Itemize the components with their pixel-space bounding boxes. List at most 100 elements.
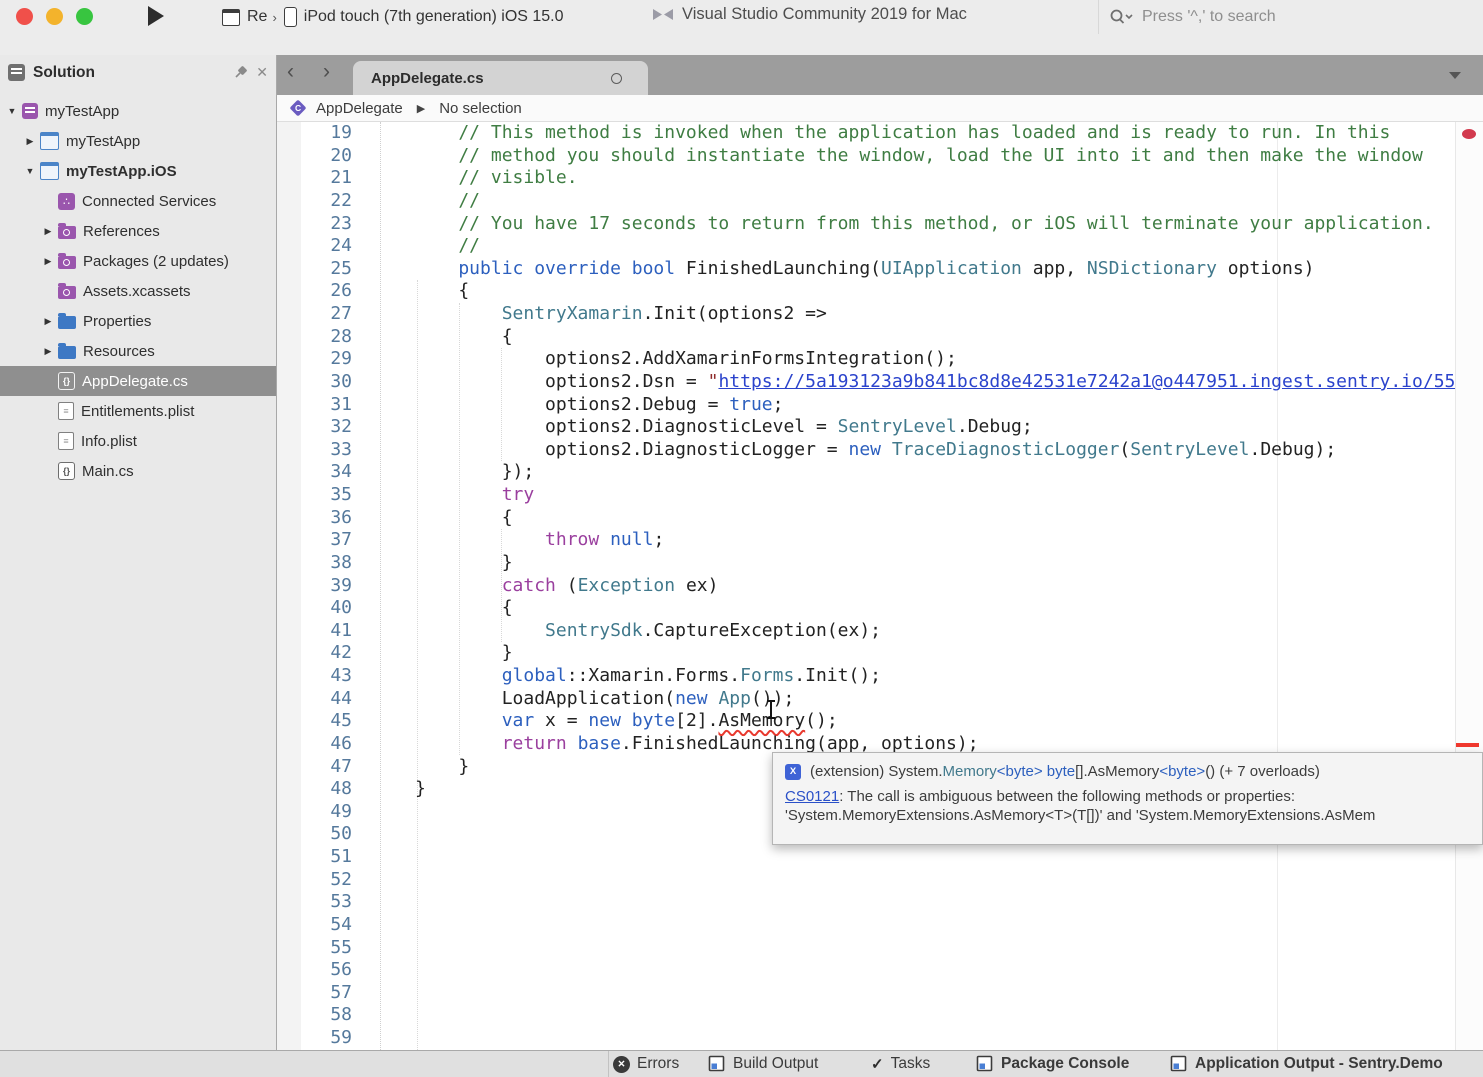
navigate-back-icon[interactable]: ‹ bbox=[287, 60, 294, 84]
run-button[interactable] bbox=[148, 6, 164, 26]
code-line-58[interactable]: 58 bbox=[277, 1004, 1483, 1027]
tree-item-properties[interactable]: ▶Properties bbox=[0, 306, 276, 336]
line-number[interactable]: 54 bbox=[277, 914, 352, 937]
line-number[interactable]: 27 bbox=[277, 303, 352, 326]
code-line-56[interactable]: 56 bbox=[277, 959, 1483, 982]
code-line-45[interactable]: 45 var x = new byte[2].AsMemory(); bbox=[277, 710, 1483, 733]
tree-item-entitlements-plist[interactable]: ≡Entitlements.plist bbox=[0, 396, 276, 426]
code-line-29[interactable]: 29 options2.AddXamarinFormsIntegration()… bbox=[277, 348, 1483, 371]
line-number[interactable]: 46 bbox=[277, 733, 352, 756]
tree-item-info-plist[interactable]: ≡Info.plist bbox=[0, 426, 276, 456]
code-line-21[interactable]: 21 // visible. bbox=[277, 167, 1483, 190]
line-number[interactable]: 28 bbox=[277, 326, 352, 349]
code-line-27[interactable]: 27 SentryXamarin.Init(options2 => bbox=[277, 303, 1483, 326]
tree-item-appdelegate-cs[interactable]: {}AppDelegate.cs bbox=[0, 366, 276, 396]
line-number[interactable]: 48 bbox=[277, 778, 352, 801]
close-pad-icon[interactable]: ✕ bbox=[256, 64, 268, 81]
code-line-44[interactable]: 44 LoadApplication(new App()); bbox=[277, 688, 1483, 711]
build-output-panel-button[interactable]: Build Output bbox=[708, 1051, 818, 1077]
line-number[interactable]: 32 bbox=[277, 416, 352, 439]
line-number[interactable]: 56 bbox=[277, 959, 352, 982]
code-line-22[interactable]: 22 // bbox=[277, 190, 1483, 213]
code-line-38[interactable]: 38 } bbox=[277, 552, 1483, 575]
global-search-field[interactable]: Press '^,' to search bbox=[1098, 0, 1483, 34]
line-number[interactable]: 37 bbox=[277, 529, 352, 552]
line-number[interactable]: 30 bbox=[277, 371, 352, 394]
line-number[interactable]: 20 bbox=[277, 145, 352, 168]
zoom-window-button[interactable] bbox=[76, 8, 93, 25]
breadcrumb-class[interactable]: AppDelegate bbox=[316, 100, 403, 117]
line-number[interactable]: 38 bbox=[277, 552, 352, 575]
code-line-24[interactable]: 24 // bbox=[277, 235, 1483, 258]
minimize-window-button[interactable] bbox=[46, 8, 63, 25]
code-line-35[interactable]: 35 try bbox=[277, 484, 1483, 507]
line-number[interactable]: 25 bbox=[277, 258, 352, 281]
line-number[interactable]: 19 bbox=[277, 122, 352, 145]
tree-item-packages-2-updates-[interactable]: ▶Packages (2 updates) bbox=[0, 246, 276, 276]
error-location-marker[interactable] bbox=[1456, 743, 1479, 747]
line-number[interactable]: 40 bbox=[277, 597, 352, 620]
line-number[interactable]: 21 bbox=[277, 167, 352, 190]
chevron-down-icon[interactable]: ▼ bbox=[4, 106, 20, 116]
line-number[interactable]: 57 bbox=[277, 982, 352, 1005]
tasks-panel-button[interactable]: ✓ Tasks bbox=[871, 1051, 930, 1077]
tab-list-caret-icon[interactable] bbox=[1449, 72, 1461, 79]
tree-item-references[interactable]: ▶References bbox=[0, 216, 276, 246]
line-number[interactable]: 24 bbox=[277, 235, 352, 258]
line-number[interactable]: 23 bbox=[277, 213, 352, 236]
line-number[interactable]: 58 bbox=[277, 1004, 352, 1027]
errors-panel-button[interactable]: ✕ Errors bbox=[613, 1051, 679, 1077]
tab-appdelegate[interactable]: AppDelegate.cs bbox=[353, 61, 648, 95]
tree-item-connected-services[interactable]: ∴Connected Services bbox=[0, 186, 276, 216]
line-number[interactable]: 33 bbox=[277, 439, 352, 462]
line-number[interactable]: 49 bbox=[277, 801, 352, 824]
code-line-41[interactable]: 41 SentrySdk.CaptureException(ex); bbox=[277, 620, 1483, 643]
code-line-26[interactable]: 26 { bbox=[277, 280, 1483, 303]
code-line-59[interactable]: 59 bbox=[277, 1027, 1483, 1050]
code-line-42[interactable]: 42 } bbox=[277, 642, 1483, 665]
code-line-55[interactable]: 55 bbox=[277, 937, 1483, 960]
line-number[interactable]: 29 bbox=[277, 348, 352, 371]
line-number[interactable]: 35 bbox=[277, 484, 352, 507]
code-line-33[interactable]: 33 options2.DiagnosticLogger = new Trace… bbox=[277, 439, 1483, 462]
chevron-right-icon[interactable]: ▶ bbox=[40, 256, 56, 267]
package-console-panel-button[interactable]: Package Console bbox=[976, 1051, 1129, 1077]
chevron-right-icon[interactable]: ▶ bbox=[40, 316, 56, 327]
line-number[interactable]: 51 bbox=[277, 846, 352, 869]
line-number[interactable]: 36 bbox=[277, 507, 352, 530]
code-line-57[interactable]: 57 bbox=[277, 982, 1483, 1005]
code-line-43[interactable]: 43 global::Xamarin.Forms.Forms.Init(); bbox=[277, 665, 1483, 688]
line-number[interactable]: 44 bbox=[277, 688, 352, 711]
line-number[interactable]: 55 bbox=[277, 937, 352, 960]
chevron-right-icon[interactable]: ▶ bbox=[40, 346, 56, 357]
line-number[interactable]: 59 bbox=[277, 1027, 352, 1050]
device-selector[interactable]: Re › iPod touch (7th generation) iOS 15.… bbox=[222, 3, 564, 31]
tree-item-assets-xcassets[interactable]: Assets.xcassets bbox=[0, 276, 276, 306]
line-number[interactable]: 39 bbox=[277, 575, 352, 598]
application-output-panel-button[interactable]: Application Output - Sentry.Demo bbox=[1170, 1051, 1443, 1077]
tree-item-main-cs[interactable]: {}Main.cs bbox=[0, 456, 276, 486]
chevron-right-icon[interactable]: ▶ bbox=[22, 136, 38, 147]
line-number[interactable]: 47 bbox=[277, 756, 352, 779]
line-number[interactable]: 53 bbox=[277, 891, 352, 914]
line-number[interactable]: 41 bbox=[277, 620, 352, 643]
code-line-19[interactable]: 19 // This method is invoked when the ap… bbox=[277, 122, 1483, 145]
navigate-forward-icon[interactable]: › bbox=[323, 60, 330, 84]
code-line-20[interactable]: 20 // method you should instantiate the … bbox=[277, 145, 1483, 168]
code-line-51[interactable]: 51 bbox=[277, 846, 1483, 869]
code-line-40[interactable]: 40 { bbox=[277, 597, 1483, 620]
line-number[interactable]: 50 bbox=[277, 823, 352, 846]
code-line-36[interactable]: 36 { bbox=[277, 507, 1483, 530]
code-line-32[interactable]: 32 options2.DiagnosticLevel = SentryLeve… bbox=[277, 416, 1483, 439]
line-number[interactable]: 52 bbox=[277, 869, 352, 892]
code-editor[interactable]: 19 // This method is invoked when the ap… bbox=[277, 122, 1483, 1050]
chevron-down-icon[interactable]: ▼ bbox=[22, 166, 38, 176]
code-line-53[interactable]: 53 bbox=[277, 891, 1483, 914]
line-number[interactable]: 45 bbox=[277, 710, 352, 733]
code-line-54[interactable]: 54 bbox=[277, 914, 1483, 937]
line-number[interactable]: 43 bbox=[277, 665, 352, 688]
breadcrumb-selection[interactable]: No selection bbox=[439, 100, 522, 117]
line-number[interactable]: 34 bbox=[277, 461, 352, 484]
tree-item-mytestapp[interactable]: ▶myTestApp bbox=[0, 126, 276, 156]
code-line-37[interactable]: 37 throw null; bbox=[277, 529, 1483, 552]
